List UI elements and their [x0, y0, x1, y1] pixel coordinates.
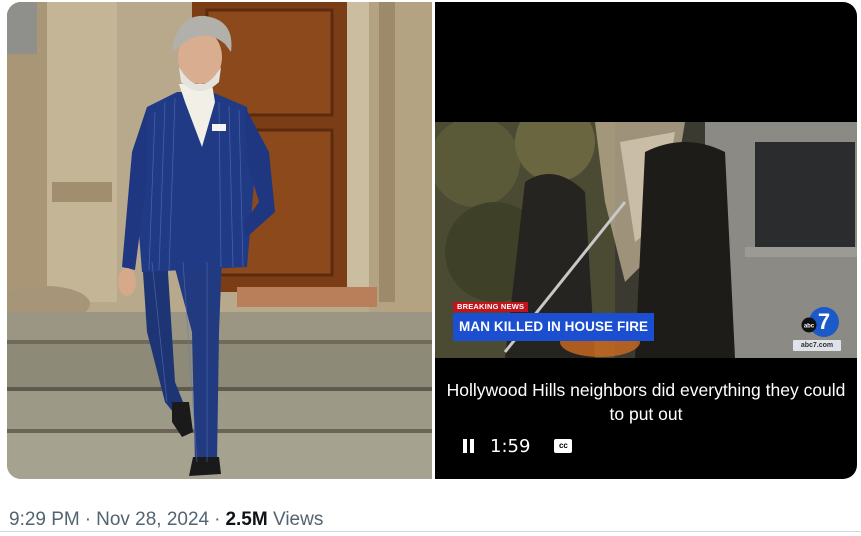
views-count: 2.5M [225, 509, 268, 530]
meta-separator: · [214, 509, 221, 530]
tweet-photo[interactable] [7, 2, 432, 479]
closed-captions-icon[interactable]: cc [554, 439, 573, 453]
divider [0, 531, 861, 532]
breaking-news-tag: BREAKING NEWS [453, 302, 529, 312]
abc7-logo-icon: 7 abc [801, 307, 839, 337]
station-number: 7 [818, 309, 830, 334]
tweet-meta: 9:29 PM · Nov 28, 2024 · 2.5M Views [9, 509, 323, 531]
photo-man-in-suit-image [7, 2, 432, 479]
time-remaining: 1:59 [490, 435, 531, 457]
video-controls: 1:59 cc [462, 434, 573, 458]
tweet-media-grid: BREAKING NEWS MAN KILLED IN HOUSE FIRE 7… [7, 2, 857, 479]
tweet-date[interactable]: Nov 28, 2024 [96, 509, 209, 530]
news-headline-banner: MAN KILLED IN HOUSE FIRE [453, 313, 655, 341]
meta-separator: · [84, 509, 92, 530]
video-caption: Hollywood Hills neighbors did everything… [446, 380, 846, 424]
pause-icon[interactable] [462, 438, 476, 454]
tweet-time[interactable]: 9:29 PM [9, 509, 80, 530]
station-abc-text: abc [804, 324, 815, 330]
station-url: abc7.com [793, 340, 841, 351]
views-label: Views [272, 509, 324, 530]
video-player[interactable]: BREAKING NEWS MAN KILLED IN HOUSE FIRE 7… [435, 2, 857, 479]
